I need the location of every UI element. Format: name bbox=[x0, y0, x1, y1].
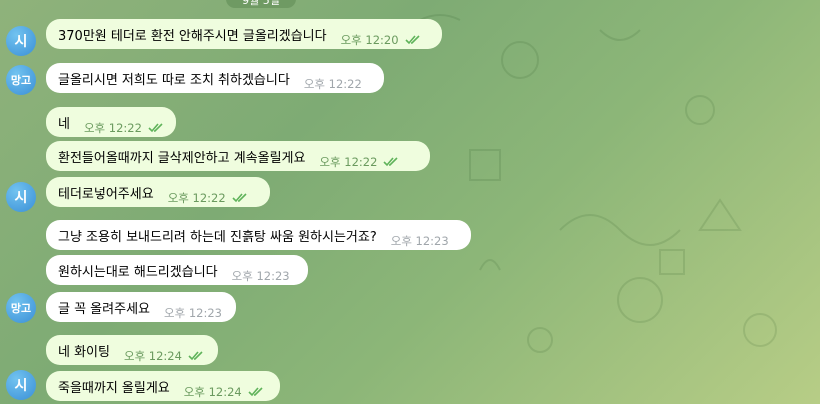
date-divider: 9월 5일 bbox=[226, 0, 296, 8]
message-text: 네 bbox=[58, 116, 70, 132]
message-text: 테더로넣어주세요 bbox=[58, 186, 154, 202]
double-check-icon bbox=[383, 157, 399, 167]
double-check-icon bbox=[404, 35, 420, 45]
message-time: 오후 12:22 bbox=[319, 155, 378, 169]
message-text: 그냥 조용히 보내드리려 하는데 진흙탕 싸움 원하시는거죠? bbox=[58, 229, 377, 245]
message-text: 글올리시면 저희도 따로 조치 취하겠습니다 bbox=[58, 72, 290, 88]
double-check-icon bbox=[148, 123, 163, 133]
message-text: 원하시는대로 해드리겠습니다 bbox=[58, 264, 218, 280]
avatar[interactable]: 망고 bbox=[6, 65, 36, 95]
message-time: 오후 12:24 bbox=[183, 385, 242, 399]
double-check-icon bbox=[232, 193, 247, 203]
avatar[interactable]: 망고 bbox=[6, 293, 36, 323]
message-time: 오후 12:23 bbox=[231, 269, 290, 283]
message-bubble[interactable]: 글 꼭 올려주세요 오후 12:23 bbox=[46, 292, 236, 322]
message-bubble[interactable]: 네 오후 12:22 bbox=[46, 107, 176, 137]
message-text: 죽을때까지 올릴게요 bbox=[58, 380, 170, 396]
avatar[interactable]: 시 bbox=[6, 370, 36, 400]
message-time: 오후 12:22 bbox=[167, 191, 226, 205]
message-time: 오후 12:24 bbox=[123, 349, 182, 363]
message-text: 네 화이팅 bbox=[58, 344, 110, 360]
message-bubble[interactable]: 환전들어올때까지 글삭제안하고 계속올릴게요 오후 12:22 bbox=[46, 141, 430, 171]
message-bubble[interactable]: 네 화이팅 오후 12:24 bbox=[46, 335, 218, 365]
message-time: 오후 12:23 bbox=[164, 306, 222, 320]
message-bubble[interactable]: 그냥 조용히 보내드리려 하는데 진흙탕 싸움 원하시는거죠? 오후 12:23 bbox=[46, 220, 471, 250]
message-time: 오후 12:22 bbox=[303, 77, 362, 91]
message-time: 오후 12:22 bbox=[83, 121, 142, 135]
avatar[interactable]: 시 bbox=[6, 26, 36, 56]
message-bubble[interactable]: 죽을때까지 올릴게요 오후 12:24 bbox=[46, 371, 280, 401]
message-text: 370만원 테더로 환전 안해주시면 글올리겠습니다 bbox=[58, 28, 327, 44]
message-bubble[interactable]: 테더로넣어주세요 오후 12:22 bbox=[46, 177, 270, 207]
message-bubble[interactable]: 글올리시면 저희도 따로 조치 취하겠습니다 오후 12:22 bbox=[46, 63, 384, 93]
message-bubble[interactable]: 원하시는대로 해드리겠습니다 오후 12:23 bbox=[46, 255, 308, 285]
double-check-icon bbox=[248, 387, 263, 397]
message-text: 글 꼭 올려주세요 bbox=[58, 301, 150, 317]
message-bubble[interactable]: 370만원 테더로 환전 안해주시면 글올리겠습니다 오후 12:20 bbox=[46, 19, 442, 49]
double-check-icon bbox=[188, 351, 203, 361]
message-text: 환전들어올때까지 글삭제안하고 계속올릴게요 bbox=[58, 150, 306, 166]
message-time: 오후 12:23 bbox=[390, 234, 449, 248]
message-time: 오후 12:20 bbox=[340, 33, 399, 47]
avatar[interactable]: 시 bbox=[6, 182, 36, 212]
